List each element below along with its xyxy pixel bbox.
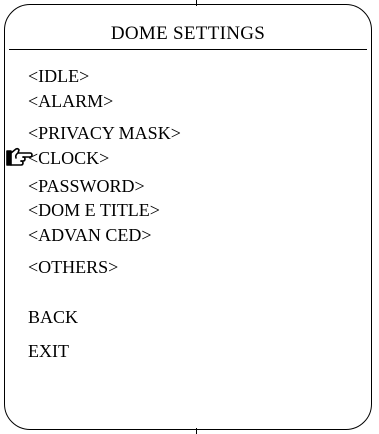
menu-item-privacy-mask[interactable]: <PRIVACY MASK>	[28, 123, 181, 143]
pointing-hand-icon	[6, 147, 33, 166]
title-divider	[9, 49, 367, 50]
top-connector-mark	[196, 0, 197, 6]
menu-item-password[interactable]: <PASSWORD>	[28, 176, 145, 196]
bottom-connector-mark	[196, 428, 197, 434]
menu-item-alarm[interactable]: <ALARM>	[28, 91, 113, 111]
menu-item-advanced[interactable]: <ADVAN CED>	[28, 225, 151, 245]
exit-button[interactable]: EXIT	[28, 341, 69, 361]
back-button[interactable]: BACK	[28, 307, 78, 327]
menu-item-dome-title[interactable]: <DOM E TITLE>	[28, 200, 160, 220]
menu-item-others[interactable]: <OTHERS>	[28, 257, 118, 277]
menu-item-idle[interactable]: <IDLE>	[28, 66, 89, 86]
menu-title: DOME SETTINGS	[110, 23, 266, 44]
menu-item-clock[interactable]: <CLOCK>	[28, 148, 109, 168]
